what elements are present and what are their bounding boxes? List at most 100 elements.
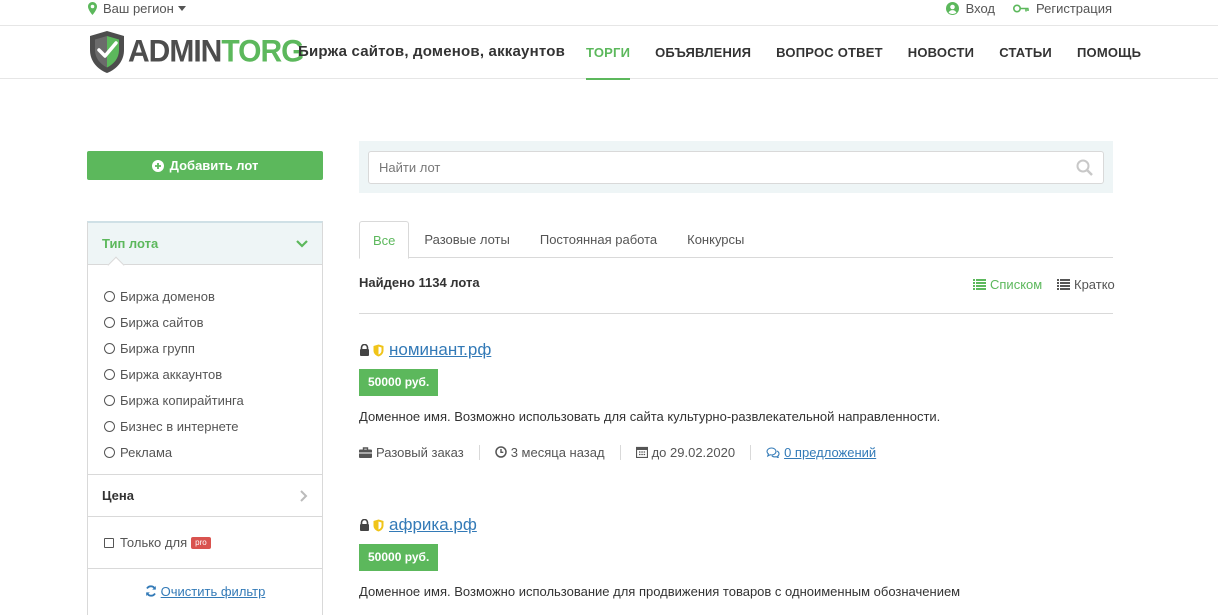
nav-item-stati[interactable]: СТАТЬИ bbox=[999, 26, 1052, 79]
nav-item-pomosch[interactable]: ПОМОЩЬ bbox=[1077, 26, 1141, 79]
top-bar: Ваш регион Вход Регистрация bbox=[0, 0, 1218, 26]
only-pro-checkbox[interactable] bbox=[104, 537, 114, 548]
lot-type-list: Биржа доменов Биржа сайтов Биржа групп Б… bbox=[88, 265, 322, 475]
region-selector[interactable]: Ваш регион bbox=[88, 0, 192, 16]
lot-title-link[interactable]: африка.рф bbox=[389, 515, 477, 535]
nav-item-obyavleniya[interactable]: ОБЪЯВЛЕНИЯ bbox=[655, 26, 751, 79]
view-list-toggle[interactable]: Списком bbox=[973, 277, 1042, 292]
lot-deadline: до 29.02.2020 bbox=[635, 444, 752, 460]
lot-offers: 0 предложений bbox=[766, 445, 891, 460]
pro-badge: pro bbox=[191, 536, 211, 549]
lot-type-label: Бизнес в интернете bbox=[120, 418, 239, 434]
plus-circle-icon bbox=[151, 159, 164, 172]
main-header: ADMINTORG Биржа сайтов, доменов, аккаунт… bbox=[0, 26, 1218, 80]
login-link[interactable]: Вход bbox=[945, 1, 995, 16]
nav-item-novosti[interactable]: НОВОСТИ bbox=[908, 26, 974, 79]
only-pro-checkbox-row[interactable]: Только для pro bbox=[88, 517, 322, 569]
lock-icon bbox=[360, 344, 369, 356]
lot-title-row: африка.рф bbox=[359, 515, 1113, 535]
lot-type-label: Биржа копирайтинга bbox=[120, 392, 244, 408]
view-short-label: Кратко bbox=[1074, 277, 1115, 292]
lot-card: африка.рф 50000 руб. Доменное имя. Возмо… bbox=[359, 515, 1113, 599]
filter-panel: Тип лота Биржа доменов Биржа сайтов Бирж… bbox=[87, 221, 323, 615]
refresh-icon bbox=[145, 585, 156, 597]
price-filter-header[interactable]: Цена bbox=[88, 475, 322, 517]
lot-type-label: Биржа сайтов bbox=[120, 314, 204, 330]
lot-order-type-label: Разовый заказ bbox=[376, 444, 464, 460]
lot-age: 3 месяца назад bbox=[494, 444, 621, 460]
tab-permanent[interactable]: Постоянная работа bbox=[525, 221, 672, 258]
lot-type-option[interactable]: Бизнес в интернете bbox=[104, 413, 322, 439]
lot-card: номинант.рф 50000 руб. Доменное имя. Воз… bbox=[359, 340, 1113, 460]
lot-type-label: Биржа аккаунтов bbox=[120, 366, 223, 382]
nav-item-vopros-otvet[interactable]: ВОПРОС ОТВЕТ bbox=[776, 26, 883, 79]
region-label: Ваш регион bbox=[103, 0, 174, 16]
nav-item-torgi[interactable]: ТОРГИ bbox=[586, 26, 631, 80]
shield-icon bbox=[373, 519, 384, 531]
search-icon[interactable] bbox=[1076, 159, 1093, 176]
tab-all[interactable]: Все bbox=[359, 221, 410, 259]
logo-text: ADMINTORG bbox=[128, 34, 304, 70]
shield-logo-icon bbox=[90, 31, 124, 73]
logo-text-admin: ADMIN bbox=[128, 34, 222, 69]
divider bbox=[359, 313, 1113, 314]
lot-tabs: Все Разовые лоты Постоянная работа Конку… bbox=[359, 221, 1113, 259]
lot-price-badge: 50000 руб. bbox=[359, 369, 439, 396]
lot-type-option[interactable]: Биржа доменов bbox=[104, 283, 322, 309]
lock-icon bbox=[360, 519, 369, 531]
shield-icon bbox=[373, 344, 384, 356]
register-label: Регистрация bbox=[1036, 0, 1112, 16]
lot-description: Доменное имя. Возможно использовать для … bbox=[359, 409, 941, 424]
key-icon bbox=[1013, 4, 1029, 12]
lot-type-option[interactable]: Биржа аккаунтов bbox=[104, 361, 322, 387]
radio-icon bbox=[104, 368, 115, 380]
site-tagline: Биржа сайтов, доменов, аккаунтов bbox=[298, 43, 565, 60]
lot-type-label: Биржа групп bbox=[120, 340, 195, 356]
add-lot-button[interactable]: Добавить лот bbox=[87, 151, 323, 180]
main-nav: ТОРГИ ОБЪЯВЛЕНИЯ ВОПРОС ОТВЕТ НОВОСТИ СТ… bbox=[586, 26, 1166, 80]
tab-one-time[interactable]: Разовые лоты bbox=[409, 221, 524, 258]
list-icon bbox=[973, 279, 986, 290]
lot-type-header[interactable]: Тип лота bbox=[88, 223, 322, 274]
logo-text-torg: TORG bbox=[221, 34, 304, 69]
lot-type-label: Реклама bbox=[120, 444, 173, 460]
lot-title-link[interactable]: номинант.рф bbox=[389, 340, 491, 360]
list-compact-icon bbox=[1057, 279, 1070, 290]
chevron-down-icon bbox=[296, 239, 308, 248]
radio-icon bbox=[104, 420, 115, 432]
user-circle-icon bbox=[945, 1, 959, 15]
clear-filter-row: Очистить фильтр bbox=[88, 569, 322, 613]
comments-icon bbox=[766, 446, 780, 458]
lot-offers-link[interactable]: 0 предложений bbox=[784, 445, 876, 460]
register-link[interactable]: Регистрация bbox=[1013, 1, 1112, 16]
add-lot-label: Добавить лот bbox=[169, 158, 259, 173]
lot-type-option[interactable]: Биржа сайтов bbox=[104, 309, 322, 335]
lot-type-option[interactable]: Биржа групп bbox=[104, 335, 322, 361]
search-panel bbox=[359, 141, 1113, 193]
caret-down-icon bbox=[177, 5, 186, 11]
found-count: Найдено 1134 лота bbox=[359, 275, 480, 290]
lot-meta: Разовый заказ 3 месяца назад до 29.02.20… bbox=[359, 444, 1113, 460]
calendar-icon bbox=[635, 446, 648, 458]
radio-icon bbox=[104, 394, 115, 406]
site-logo[interactable]: ADMINTORG bbox=[88, 30, 304, 74]
lot-deadline-label: до 29.02.2020 bbox=[651, 444, 736, 460]
lot-order-type: Разовый заказ bbox=[359, 444, 480, 460]
clear-filter-link[interactable]: Очистить фильтр bbox=[161, 584, 266, 599]
only-for-label: Только для bbox=[120, 535, 188, 550]
lot-type-label: Биржа доменов bbox=[120, 288, 215, 304]
lot-title-row: номинант.рф bbox=[359, 340, 1113, 360]
lot-price-badge: 50000 руб. bbox=[359, 544, 439, 571]
tab-contests[interactable]: Конкурсы bbox=[672, 221, 759, 258]
lot-type-option[interactable]: Реклама bbox=[104, 439, 322, 465]
lot-type-title: Тип лота bbox=[102, 236, 159, 251]
price-label: Цена bbox=[102, 488, 134, 503]
radio-icon bbox=[104, 342, 115, 354]
view-short-toggle[interactable]: Кратко bbox=[1057, 277, 1115, 292]
lot-type-option[interactable]: Биржа копирайтинга bbox=[104, 387, 322, 413]
search-box bbox=[368, 151, 1104, 184]
search-input[interactable] bbox=[379, 160, 1076, 175]
chevron-right-icon bbox=[300, 489, 308, 502]
lot-age-label: 3 месяца назад bbox=[510, 444, 605, 460]
lot-description: Доменное имя. Возможно использование для… bbox=[359, 584, 961, 599]
